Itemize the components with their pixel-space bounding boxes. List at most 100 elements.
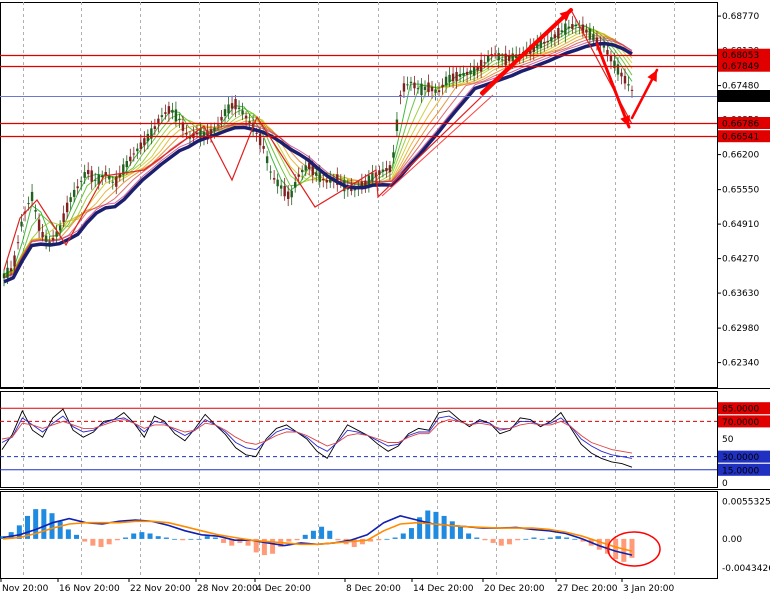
candle-body — [293, 182, 297, 188]
macd-bar — [221, 538, 227, 543]
candle-body — [136, 148, 139, 152]
macd-bar — [523, 538, 529, 540]
candle-body — [16, 242, 20, 244]
candle-body — [371, 172, 374, 182]
time-tick-label: Nov 20:00 — [2, 584, 49, 594]
candle-body — [550, 37, 553, 42]
current-price-label: 0.67278 — [722, 93, 759, 103]
candle-body — [174, 109, 178, 122]
time-tick-label: 3 Jan 20:00 — [623, 584, 675, 594]
candle-body — [227, 104, 230, 114]
macd-bar — [621, 538, 627, 562]
candle-body — [364, 180, 367, 186]
macd-bar — [531, 537, 537, 539]
candle-body — [279, 185, 283, 189]
candle-body — [367, 175, 371, 185]
macd-bar — [204, 536, 210, 539]
candle-body — [69, 197, 72, 202]
candle-body — [500, 59, 504, 61]
macd-bar — [564, 537, 570, 539]
time-tick-label: 27 Dec 20:00 — [557, 584, 618, 594]
candle-body — [553, 34, 557, 39]
candle-body — [230, 103, 234, 109]
time-tick-label: 4 Dec 20:00 — [256, 584, 311, 594]
candle-body — [469, 70, 472, 75]
candle-body — [585, 29, 588, 33]
time-tick-label: 20 Dec 20:00 — [484, 584, 545, 594]
macd-bar — [212, 537, 218, 539]
macd-bar — [57, 521, 63, 539]
candle-body — [178, 118, 181, 121]
candle-body — [276, 179, 279, 187]
macd-bar — [539, 538, 545, 540]
candle-body — [483, 62, 486, 64]
candle-body — [153, 126, 157, 130]
candle-body — [65, 202, 69, 213]
macd-bar — [384, 538, 390, 540]
candle-body — [609, 55, 613, 62]
candle-body — [458, 73, 462, 77]
candle-body — [283, 185, 286, 197]
candle-body — [76, 186, 79, 189]
candle-body — [286, 191, 290, 199]
macd-bar — [139, 532, 145, 539]
candle-body — [322, 179, 325, 181]
candle-body — [627, 84, 630, 86]
chart-root: 0.687700.681300.674800.668500.662000.655… — [0, 0, 770, 600]
candle-body — [58, 225, 62, 231]
candle-body — [34, 209, 37, 212]
macd-bar — [425, 510, 431, 539]
candle-body — [160, 115, 164, 118]
macd-bar — [441, 515, 447, 539]
macd-tick-label: 0.0055325 — [722, 498, 770, 508]
price-tick-label: 0.64910 — [722, 220, 759, 230]
candle-body — [272, 178, 276, 180]
osc-level-label: 30.0000 — [722, 453, 759, 463]
candle-body — [129, 156, 132, 162]
candle-body — [44, 235, 48, 242]
macd-bar — [392, 537, 398, 539]
price-tick-label: 0.64270 — [722, 255, 759, 265]
price-tick-label: 0.63630 — [722, 289, 759, 299]
candle-body — [13, 255, 16, 267]
candle-body — [255, 132, 258, 134]
macd-bar — [90, 538, 96, 546]
time-tick-label: 14 Dec 20:00 — [413, 584, 474, 594]
price-tick-label: 0.66200 — [722, 151, 759, 161]
macd-bar — [188, 538, 194, 540]
macd-bar — [65, 529, 71, 539]
macd-bar — [433, 511, 439, 539]
chart-svg: 0.687700.681300.674800.668500.662000.655… — [0, 0, 770, 600]
candle-body — [318, 172, 321, 182]
candle-body — [543, 41, 546, 44]
macd-bar — [310, 530, 316, 539]
candle-body — [164, 112, 167, 114]
candle-body — [185, 133, 188, 135]
macd-bar — [155, 536, 161, 539]
candle-body — [248, 121, 251, 124]
price-tick-label: 0.62340 — [722, 359, 759, 369]
candle-body — [125, 160, 128, 168]
osc-level-label: 15.0000 — [722, 466, 759, 476]
candle-body — [462, 72, 465, 76]
macd-bar — [114, 538, 120, 541]
candle-body — [437, 90, 441, 93]
macd-bar — [163, 537, 169, 539]
candle-body — [508, 55, 511, 61]
candle-body — [90, 170, 93, 182]
candle-body — [416, 88, 420, 90]
candle-body — [143, 138, 146, 146]
candle-body — [381, 169, 385, 172]
macd-bar — [555, 536, 561, 539]
candle-body — [199, 128, 202, 140]
candle-body — [37, 219, 41, 231]
time-tick-label: 28 Nov 20:00 — [197, 584, 258, 594]
osc-tick-label: 50 — [722, 435, 734, 445]
candle-body — [616, 64, 620, 75]
macd-bar — [98, 538, 104, 547]
time-tick-label: 22 Nov 20:00 — [130, 584, 191, 594]
candle-body — [297, 174, 300, 177]
macd-bar — [319, 526, 325, 539]
macd-bar — [106, 538, 112, 545]
macd-bar — [482, 538, 488, 541]
